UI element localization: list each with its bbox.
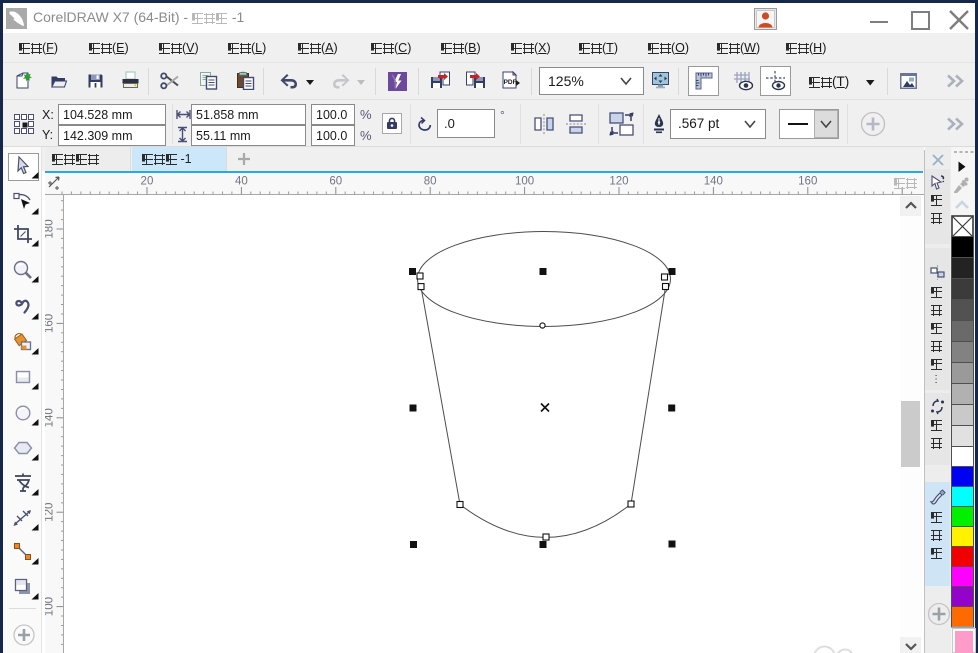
svg-text:100: 100	[45, 597, 56, 616]
svg-text:100: 100	[515, 175, 534, 187]
svg-text:140: 140	[45, 408, 56, 427]
svg-text:120: 120	[45, 503, 56, 522]
svg-text:140: 140	[704, 175, 723, 187]
svg-text:180: 180	[45, 219, 56, 238]
svg-text:40: 40	[235, 175, 248, 187]
svg-text:PDF: PDF	[504, 79, 517, 86]
svg-text:60: 60	[329, 175, 342, 187]
svg-text:20: 20	[141, 175, 154, 187]
svg-text:160: 160	[798, 175, 817, 187]
svg-text:160: 160	[45, 314, 56, 333]
svg-text:80: 80	[424, 175, 437, 187]
svg-text:120: 120	[609, 175, 628, 187]
